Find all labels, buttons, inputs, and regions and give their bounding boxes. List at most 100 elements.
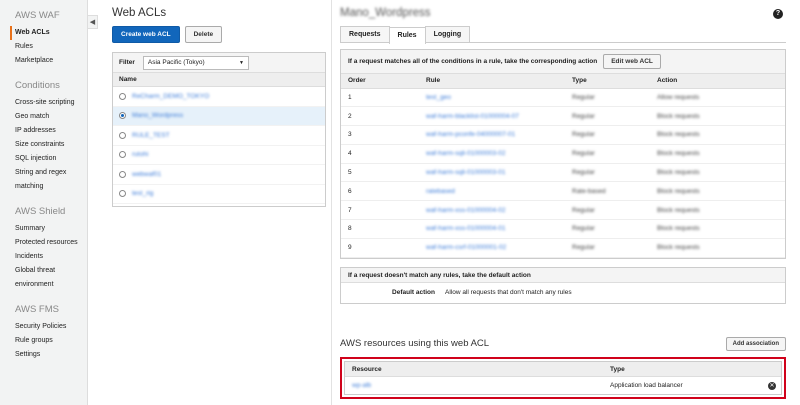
sidebar-item[interactable]: Geo match: [15, 110, 87, 124]
acl-name-link[interactable]: rutohi: [132, 151, 148, 158]
type-header: Type: [565, 74, 650, 89]
acl-name-link[interactable]: ReCharm_DEMO_TOKYO: [132, 93, 209, 100]
acl-name-link[interactable]: Mano_Wordpress: [132, 112, 183, 119]
radio-button[interactable]: [119, 190, 126, 198]
name-column-header: Name: [113, 73, 325, 87]
acl-list-item[interactable]: Mano_Wordpress: [113, 106, 325, 126]
rules-table: Order Rule Type Action 1 test_geo Regular A…: [341, 74, 785, 258]
sidebar-section-title: AWS Shield: [15, 206, 66, 217]
radio-button[interactable]: [119, 131, 126, 139]
rule-type: Regular: [572, 131, 595, 139]
rule-link[interactable]: waf-harm-sqli-01000003-02: [426, 150, 506, 157]
rule-type: Rate-based: [572, 187, 606, 195]
sidebar-item[interactable]: Security Policies: [15, 320, 87, 334]
rule-type: Regular: [572, 169, 595, 177]
acl-name-link[interactable]: RULE_TEST: [132, 132, 170, 139]
radio-button[interactable]: [119, 170, 126, 178]
rule-type: Regular: [572, 206, 595, 214]
resources-table: Resource Type wp-alb Application load ba…: [340, 357, 786, 399]
sidebar-item[interactable]: Settings: [15, 348, 87, 362]
sidebar: AWS WAF Web ACLs Rules Marketplace Condition…: [0, 0, 88, 405]
sidebar-item[interactable]: String and regex matching: [15, 166, 87, 194]
acl-list-item[interactable]: rutohi: [113, 146, 325, 165]
rule-type: Regular: [572, 112, 595, 120]
rule-order: 5: [348, 169, 352, 177]
sidebar-item[interactable]: Marketplace: [15, 54, 87, 68]
acl-list-item[interactable]: RULE_TEST: [113, 126, 325, 146]
pane-divider: [331, 0, 332, 405]
table-row: 4 waf-harm-sqli-01000003-02 Regular Block r…: [341, 144, 785, 164]
help-icon[interactable]: ?: [773, 9, 783, 19]
rules-panel: If a request matches all of the conditio…: [340, 49, 786, 259]
default-action-panel: If a request doesn't match any rules, ta…: [340, 266, 786, 304]
radio-button[interactable]: [119, 112, 126, 120]
tab-rules[interactable]: Rules: [388, 27, 426, 44]
rule-link[interactable]: waf-harm-pconfe-04000007-01: [426, 131, 515, 138]
acl-name-link[interactable]: test_rig: [132, 190, 153, 197]
sidebar-item[interactable]: Summary: [15, 222, 87, 236]
web-acl-list: Filter Asia Pacific (Tokyo) ▼ Name ReCha…: [112, 52, 326, 207]
resource-row: wp-alb Application load balancer ✕: [345, 377, 781, 394]
table-row: 3 waf-harm-pconfe-04000007-01 Regular Block…: [341, 125, 785, 145]
sidebar-section-title: AWS FMS: [15, 304, 59, 315]
rule-link[interactable]: waf-harm-blacklist-01000004-07: [426, 113, 519, 120]
acl-name-link[interactable]: webwaf01: [132, 171, 161, 178]
default-hint: If a request doesn't match any rules, ta…: [341, 267, 785, 283]
tab-requests[interactable]: Requests: [340, 26, 390, 42]
collapse-sidebar-icon[interactable]: ◀: [88, 15, 98, 29]
rule-link[interactable]: waf-harm-xss-01000004-02: [426, 207, 505, 214]
remove-icon[interactable]: ✕: [768, 381, 776, 390]
resource-link[interactable]: wp-alb: [352, 382, 371, 389]
sidebar-item[interactable]: IP addresses: [15, 124, 87, 138]
sidebar-item[interactable]: Cross-site scripting: [15, 96, 87, 110]
rule-order: 9: [348, 244, 352, 252]
sidebar-section-title: Conditions: [15, 80, 60, 91]
region-select[interactable]: Asia Pacific (Tokyo) ▼: [142, 55, 249, 70]
radio-button[interactable]: [119, 92, 126, 100]
sidebar-item[interactable]: SQL injection: [15, 152, 87, 166]
delete-button[interactable]: Delete: [184, 26, 223, 43]
rule-action: Block requests: [657, 169, 700, 177]
sidebar-item[interactable]: Size constraints: [15, 138, 87, 152]
rule-action: Block requests: [657, 225, 700, 233]
rule-type: Regular: [572, 225, 595, 233]
resource-type: Application load balancer: [610, 382, 683, 389]
create-web-acl-button[interactable]: Create web ACL: [112, 26, 180, 43]
rule-link[interactable]: test_geo: [426, 94, 451, 101]
rule-order: 3: [348, 131, 352, 139]
rule-link[interactable]: waf-harm-xss-01000004-01: [426, 225, 505, 232]
sidebar-item[interactable]: Protected resources: [15, 236, 87, 250]
rule-link[interactable]: waf-harm-csrf-01000001-02: [426, 244, 506, 251]
rule-order: 6: [348, 187, 352, 195]
rule-order: 4: [348, 150, 352, 158]
add-association-button[interactable]: Add association: [725, 337, 786, 351]
rule-link[interactable]: waf-harm-sqli-01000003-01: [426, 169, 506, 176]
chevron-down-icon: ▼: [238, 59, 244, 66]
rule-link[interactable]: ratebased: [426, 188, 455, 195]
table-row: 5 waf-harm-sqli-01000003-01 Regular Block r…: [341, 163, 785, 183]
sidebar-item[interactable]: Global threat environment: [15, 264, 87, 292]
filter-label: Filter: [119, 59, 135, 66]
tab-logging[interactable]: Logging: [424, 26, 471, 42]
radio-button[interactable]: [119, 151, 126, 159]
rule-action: Block requests: [657, 150, 700, 158]
acl-list-item[interactable]: webwaf01: [113, 165, 325, 185]
sidebar-item[interactable]: Web ACLs: [10, 26, 87, 40]
tab-bar: Requests Rules Logging: [340, 26, 786, 44]
region-value: Asia Pacific (Tokyo): [147, 59, 205, 66]
web-acls-pane: Web ACLs Create web ACL Delete Filter As…: [112, 0, 326, 405]
edit-web-acl-button[interactable]: Edit web ACL: [603, 54, 661, 69]
resources-title: AWS resources using this web ACL: [340, 338, 490, 349]
order-header: Order: [341, 74, 419, 89]
acl-list-item[interactable]: test_rig: [113, 185, 325, 204]
table-row: 7 waf-harm-xss-01000004-02 Regular Block re…: [341, 200, 785, 221]
sidebar-section-title: AWS WAF: [15, 10, 60, 21]
rules-hint: If a request matches all of the conditio…: [348, 58, 598, 65]
table-row: 6 ratebased Rate-based Block requests: [341, 181, 785, 202]
acl-list-item[interactable]: ReCharm_DEMO_TOKYO: [113, 87, 325, 107]
sidebar-item[interactable]: Rule groups: [15, 334, 87, 348]
sidebar-item[interactable]: Incidents: [15, 250, 87, 264]
rule-action: Allow requests: [657, 93, 700, 101]
sidebar-item[interactable]: Rules: [15, 40, 87, 54]
table-row: 8 waf-harm-xss-01000004-01 Regular Block re…: [341, 219, 785, 239]
